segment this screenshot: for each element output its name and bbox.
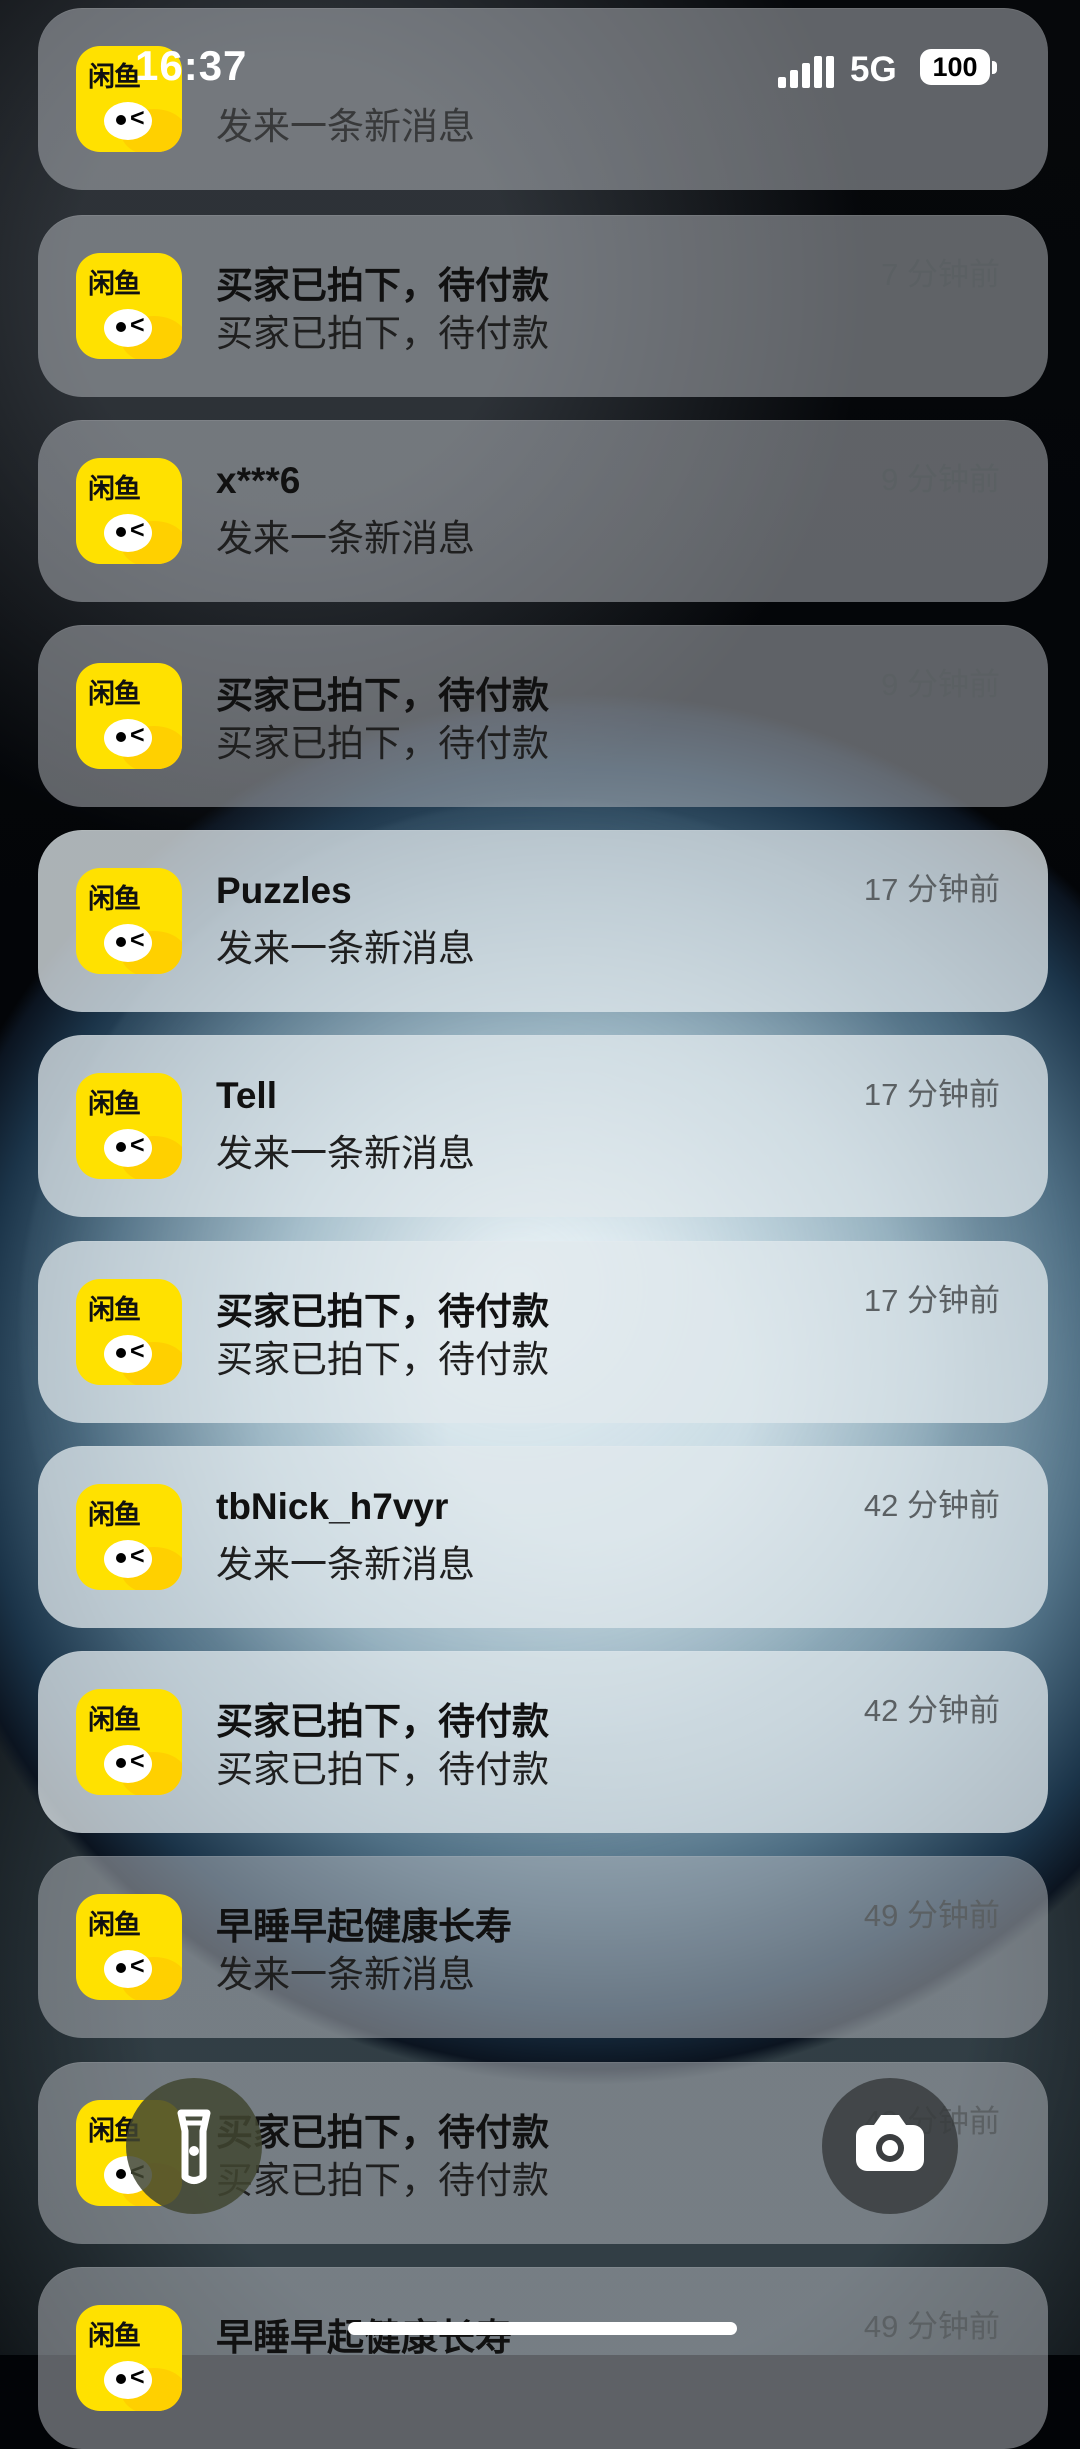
status-time: 16:37 [135, 42, 248, 89]
notification-card-6[interactable]: 闲鱼 Tell 发来一条新消息 17 分钟前 [38, 1035, 1048, 1217]
xianyu-app-icon: 闲鱼 [76, 1279, 182, 1385]
notification-card-4[interactable]: 闲鱼 买家已拍下，待付款 买家已拍下，待付款 9 分钟前 [38, 625, 1048, 807]
notification-title: 买家已拍下，待付款 [216, 2112, 549, 2153]
app-mascot-face [104, 1129, 152, 1167]
notification-body: 发来一条新消息 [216, 106, 475, 147]
app-mascot-face [104, 1335, 152, 1373]
notification-body: 发来一条新消息 [216, 518, 475, 559]
notification-body: 发来一条新消息 [216, 928, 475, 969]
app-mascot-face [104, 1745, 152, 1783]
battery-indicator: 100 [920, 49, 990, 85]
notification-title: 买家已拍下，待付款 [216, 1701, 549, 1742]
notification-title: 买家已拍下，待付款 [216, 1291, 549, 1332]
notification-title: 早睡早起健康长寿 [216, 1906, 512, 1947]
notification-body: 买家已拍下，待付款 [216, 1749, 549, 1790]
home-indicator[interactable] [348, 2322, 737, 2335]
app-mascot-face [104, 924, 152, 962]
notification-body: 买家已拍下，待付款 [216, 313, 549, 354]
app-mascot-face [104, 309, 152, 347]
xianyu-app-icon: 闲鱼 [76, 1484, 182, 1590]
flashlight-icon [177, 2109, 211, 2184]
camera-icon [856, 2115, 924, 2171]
camera-button[interactable] [822, 2078, 958, 2214]
app-mascot-face [104, 102, 152, 140]
notification-time: 17 分钟前 [863, 872, 1000, 907]
notification-title: 买家已拍下，待付款 [216, 265, 549, 306]
app-mascot-face [104, 1950, 152, 1988]
notification-card-12[interactable]: 闲鱼 早睡早起健康长寿 49 分钟前 [38, 2267, 1048, 2449]
notification-body: 买家已拍下，待付款 [216, 723, 549, 764]
notification-body: 买家已拍下，待付款 [216, 2160, 549, 2201]
notification-body: 发来一条新消息 [216, 1544, 475, 1585]
app-mascot-face [104, 2361, 152, 2399]
xianyu-app-icon: 闲鱼 [76, 253, 182, 359]
xianyu-app-icon: 闲鱼 [76, 1689, 182, 1795]
notification-card-2[interactable]: 闲鱼 买家已拍下，待付款 买家已拍下，待付款 7 分钟前 [38, 215, 1048, 397]
notification-body: 发来一条新消息 [216, 1954, 475, 1995]
network-type: 5G [850, 50, 897, 89]
notification-time: 17 分钟前 [863, 1077, 1000, 1112]
notification-card-5[interactable]: 闲鱼 Puzzles 发来一条新消息 17 分钟前 [38, 830, 1048, 1012]
notification-card-7[interactable]: 闲鱼 买家已拍下，待付款 买家已拍下，待付款 17 分钟前 [38, 1241, 1048, 1423]
notification-time: 42 分钟前 [863, 1488, 1000, 1523]
notification-time: 7 分钟前 [881, 257, 1000, 292]
app-mascot-face [104, 1540, 152, 1578]
notification-time: 9 分钟前 [881, 462, 1000, 497]
notification-time: 49 分钟前 [863, 2309, 1000, 2344]
app-mascot-face [104, 514, 152, 552]
xianyu-app-icon: 闲鱼 [76, 868, 182, 974]
notification-body: 买家已拍下，待付款 [216, 1339, 549, 1380]
notification-body: 发来一条新消息 [216, 1133, 475, 1174]
notification-time: 49 分钟前 [863, 1898, 1000, 1933]
notification-title: tbNick_h7vyr [216, 1486, 449, 1527]
flashlight-button[interactable] [126, 2078, 262, 2214]
xianyu-app-icon: 闲鱼 [76, 663, 182, 769]
notification-card-8[interactable]: 闲鱼 tbNick_h7vyr 发来一条新消息 42 分钟前 [38, 1446, 1048, 1628]
status-bar: 16:37 5G 100 [0, 42, 1080, 102]
notification-card-3[interactable]: 闲鱼 x***6 发来一条新消息 9 分钟前 [38, 420, 1048, 602]
notification-time: 42 分钟前 [863, 1693, 1000, 1728]
notification-title: Puzzles [216, 870, 352, 911]
cellular-signal-icon [778, 56, 834, 88]
notification-time: 17 分钟前 [863, 1283, 1000, 1318]
notification-card-9[interactable]: 闲鱼 买家已拍下，待付款 买家已拍下，待付款 42 分钟前 [38, 1651, 1048, 1833]
notification-card-10[interactable]: 闲鱼 早睡早起健康长寿 发来一条新消息 49 分钟前 [38, 1856, 1048, 2038]
notification-title: Tell [216, 1075, 277, 1116]
battery-tip [992, 61, 997, 74]
notification-title: x***6 [216, 460, 301, 501]
xianyu-app-icon: 闲鱼 [76, 1073, 182, 1179]
xianyu-app-icon: 闲鱼 [76, 1894, 182, 2000]
notification-time: 9 分钟前 [881, 667, 1000, 702]
xianyu-app-icon: 闲鱼 [76, 2305, 182, 2411]
xianyu-app-icon: 闲鱼 [76, 458, 182, 564]
notification-title: 买家已拍下，待付款 [216, 675, 549, 716]
app-mascot-face [104, 719, 152, 757]
